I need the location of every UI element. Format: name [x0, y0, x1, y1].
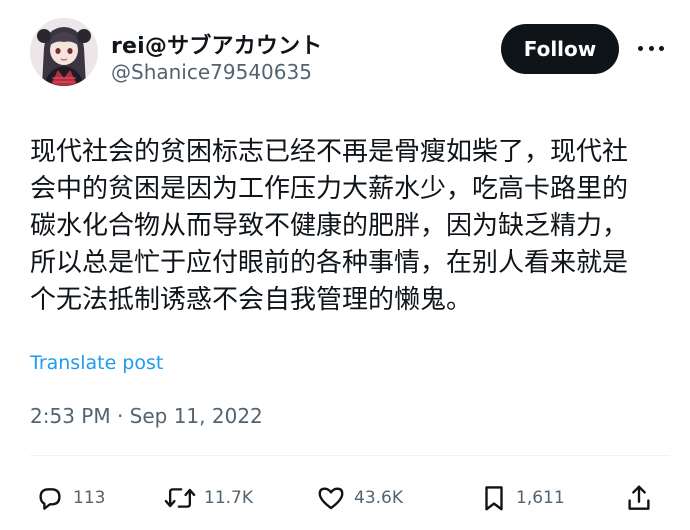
more-dot: [659, 45, 664, 51]
share-icon: [628, 485, 650, 510]
tweet-text-line: 会中的贫困是因为工作压力大薪水少，吃高卡路里的: [30, 174, 629, 204]
author-display-name[interactable]: rei@サブアカウント: [111, 28, 323, 60]
action-bar: 113 11.7K 43.6K 1,611: [0, 478, 690, 518]
reply-count: 113: [73, 488, 106, 508]
retweet-count: 11.7K: [204, 488, 253, 508]
bookmark-button[interactable]: 1,611: [480, 478, 565, 518]
follow-button[interactable]: Follow: [501, 24, 619, 74]
tweet-text-line: 现代社会的贫困标志已经不再是骨瘦如柴了，现代社: [30, 137, 629, 167]
retweet-icon: [164, 488, 196, 508]
like-button[interactable]: 43.6K: [316, 478, 403, 518]
reply-icon: [39, 488, 61, 510]
tweet-text-line: 个无法抵制诱惑不会自我管理的懒鬼。: [30, 285, 473, 315]
like-count: 43.6K: [354, 488, 403, 508]
avatar-image: [30, 18, 98, 86]
bookmark-count: 1,611: [516, 488, 565, 508]
bookmark-icon: [485, 486, 503, 511]
more-dot: [648, 45, 654, 51]
share-button[interactable]: [625, 478, 653, 518]
retweet-button[interactable]: 11.7K: [164, 478, 253, 518]
divider: [30, 455, 670, 456]
tweet-card: rei@サブアカウント @Shanice79540635 Follow 现代社会…: [0, 0, 690, 530]
reply-button[interactable]: 113: [35, 478, 105, 518]
avatar[interactable]: [30, 18, 98, 86]
translate-post-link[interactable]: Translate post: [30, 352, 163, 374]
more-options-icon[interactable]: [638, 38, 664, 58]
tweet-text-line: 碳水化合物从而导致不健康的肥胖，因为缺乏精力，: [30, 211, 629, 241]
tweet-text-line: 所以总是忙于应付眼前的各种事情，在别人看来就是: [30, 248, 629, 278]
tweet-timestamp[interactable]: 2:53 PM · Sep 11, 2022: [30, 404, 263, 428]
author-handle[interactable]: @Shanice79540635: [111, 60, 312, 84]
more-dot: [638, 45, 643, 51]
tweet-text: 现代社会的贫困标志已经不再是骨瘦如柴了，现代社 会中的贫困是因为工作压力大薪水少…: [30, 134, 670, 319]
heart-icon: [318, 487, 344, 510]
